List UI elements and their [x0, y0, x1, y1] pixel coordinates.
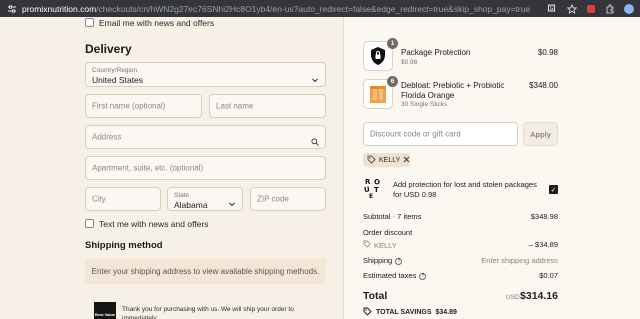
- chevron-down-icon: [228, 195, 236, 207]
- item-name: Package Protection: [401, 48, 471, 57]
- address-placeholder: Address: [92, 132, 122, 142]
- shipping-method-title: Shipping method: [85, 240, 163, 251]
- apply-discount-button[interactable]: Apply: [523, 122, 558, 146]
- text-news-checkbox[interactable]: [85, 219, 94, 228]
- item-subtitle: $0.98: [401, 59, 418, 66]
- country-value: United States: [92, 75, 144, 85]
- tag-icon: [363, 240, 371, 250]
- route-logo: R O U T E: [363, 177, 385, 200]
- item-price: $0.98: [537, 48, 558, 57]
- zip-input[interactable]: ZIP code: [250, 187, 326, 211]
- applied-discount-tag: KELLY: [363, 153, 410, 167]
- last-name-placeholder: Last name: [216, 101, 254, 111]
- applied-code-text: KELLY: [379, 156, 401, 164]
- first-name-placeholder: First name (optional): [92, 101, 166, 111]
- extensions-puzzle-icon[interactable]: [605, 3, 615, 14]
- discount-code-input[interactable]: Discount code or gift card: [363, 122, 518, 146]
- chevron-down-icon: [311, 71, 319, 82]
- url-path: /checkouts/cn/hWN2g27ec76SNhi2Hc8O1yb4/e…: [96, 3, 531, 14]
- bookmark-star-icon[interactable]: [567, 3, 577, 14]
- svg-text:G: G: [550, 6, 554, 12]
- svg-text:T: T: [374, 186, 379, 194]
- taxes-value: $0.07: [539, 271, 558, 280]
- apartment-input[interactable]: Apartment, suite, etc. (optional): [85, 156, 326, 180]
- protection-offer-text: Add protection for lost and stolen packa…: [393, 180, 537, 199]
- discount-value: – $34.89: [528, 240, 558, 249]
- search-icon: [311, 133, 319, 146]
- total-value: $314.16: [520, 290, 558, 302]
- state-label: State: [174, 192, 190, 199]
- subtotal-value: $348.98: [530, 212, 558, 221]
- tag-icon: [363, 307, 372, 318]
- route-logo-icon: R O U T E: [364, 178, 381, 200]
- delivery-title: Delivery: [85, 42, 132, 56]
- total-currency: USD: [506, 294, 520, 301]
- shipping-value: Enter shipping address: [481, 256, 558, 265]
- browser-address-bar: promixnutrition.com/checkouts/cn/hWN2g27…: [0, 0, 640, 17]
- text-news-label: Text me with news and offers: [99, 219, 209, 229]
- last-name-input[interactable]: Last name: [209, 94, 326, 118]
- apartment-placeholder: Apartment, suite, etc. (optional): [92, 163, 204, 173]
- email-news-label: Email me with news and offers: [99, 18, 215, 28]
- protection-checkbox[interactable]: ✓: [549, 185, 558, 194]
- product-box-image: [370, 86, 386, 103]
- thank-you-note: Thank you for purchasing with us. We wil…: [122, 306, 294, 319]
- discount-code-text: KELLY: [374, 240, 397, 250]
- shipping-label: Shipping: [363, 256, 393, 265]
- item-subtitle: 30 Single Sticks: [401, 101, 448, 108]
- city-placeholder: City: [92, 194, 106, 204]
- profile-avatar[interactable]: [624, 3, 634, 14]
- total-label: Total: [363, 290, 388, 302]
- shipping-row-label: Shipping?: [363, 256, 403, 265]
- discount-placeholder: Discount code or gift card: [370, 129, 461, 139]
- translate-icon[interactable]: G: [548, 4, 558, 14]
- site-settings-icon[interactable]: [6, 3, 18, 15]
- state-value: Alabama: [174, 200, 208, 210]
- email-news-checkbox[interactable]: [85, 18, 94, 27]
- item-name: Debloat: Prebiotic + Probiotic Florida O…: [401, 81, 505, 100]
- best-value-badge-image: Best Value: [94, 302, 116, 319]
- country-label: Country/Region: [92, 67, 138, 74]
- subtotal-label: Subtotal · 7 items: [363, 212, 422, 221]
- item-quantity-badge: 6: [387, 76, 398, 87]
- state-select[interactable]: State Alabama: [167, 187, 243, 211]
- url-domain: promixnutrition.com: [22, 3, 97, 14]
- tag-icon: [367, 155, 376, 166]
- savings-label: TOTAL SAVINGS: [376, 309, 432, 316]
- taxes-label: Estimated taxes: [363, 271, 417, 280]
- svg-text:E: E: [369, 193, 373, 199]
- remove-discount-icon[interactable]: [403, 156, 410, 165]
- order-discount-label: Order discount: [363, 228, 413, 237]
- help-icon[interactable]: ?: [395, 257, 403, 265]
- total-savings-row: TOTAL SAVINGS $34.89: [363, 307, 457, 318]
- savings-value: $34.89: [435, 309, 457, 316]
- address-input[interactable]: Address: [85, 125, 326, 149]
- country-select[interactable]: Country/Region United States: [85, 62, 326, 87]
- discount-code-row: KELLY: [363, 240, 397, 250]
- shield-lock-icon: [371, 47, 385, 65]
- item-quantity-badge: 1: [387, 38, 398, 49]
- first-name-input[interactable]: First name (optional): [85, 94, 202, 118]
- url-text[interactable]: promixnutrition.com/checkouts/cn/hWN2g27…: [22, 4, 542, 14]
- item-price: $348.00: [529, 81, 558, 90]
- city-input[interactable]: City: [85, 187, 161, 211]
- help-icon[interactable]: ?: [419, 272, 427, 280]
- zip-placeholder: ZIP code: [257, 194, 289, 204]
- extension-icon[interactable]: [586, 4, 596, 14]
- shipping-method-message: Enter your shipping address to view avai…: [85, 258, 326, 284]
- taxes-row-label: Estimated taxes?: [363, 271, 427, 280]
